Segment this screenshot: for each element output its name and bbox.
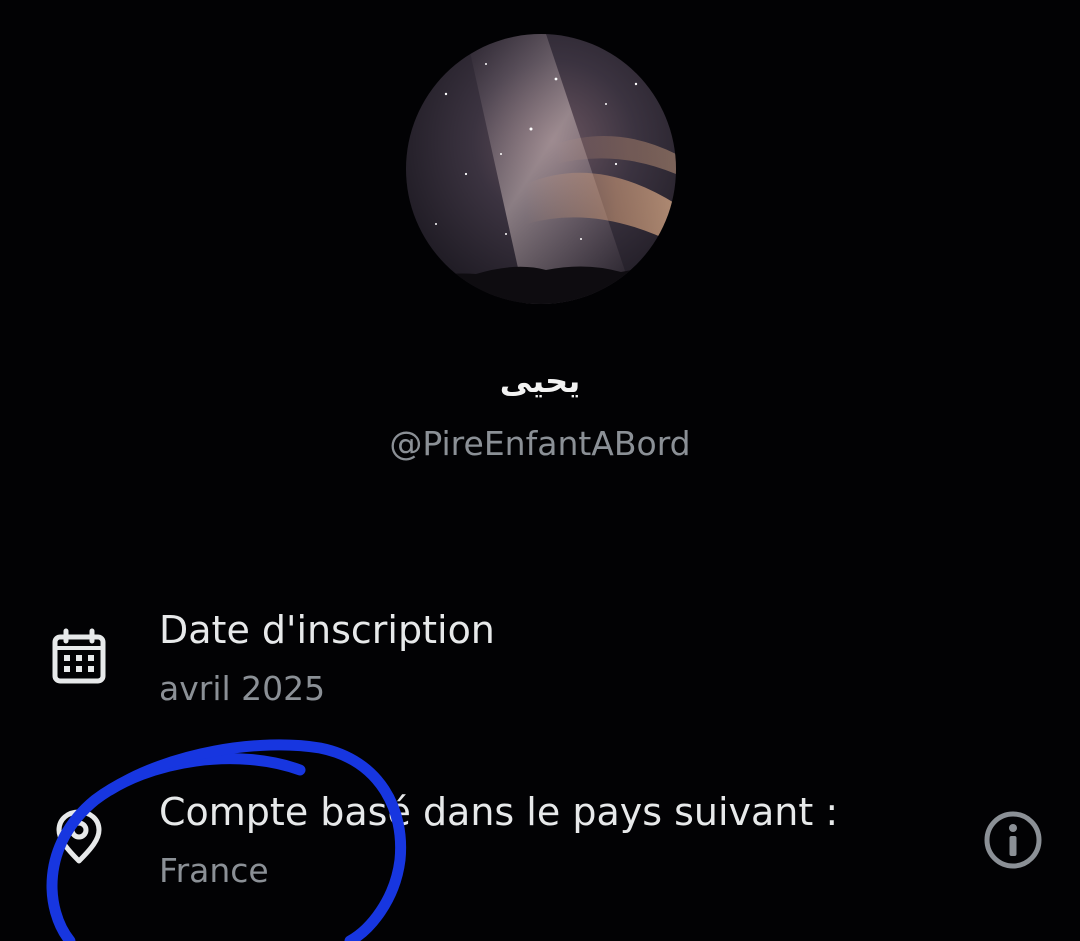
account-location-label: Compte basé dans le pays suivant :	[159, 790, 839, 834]
username-handle: @PireEnfantABord	[389, 424, 691, 463]
join-date-row: Date d'inscription avril 2025	[0, 600, 1080, 720]
join-date-label: Date d'inscription	[159, 608, 495, 652]
milky-way-photo	[406, 34, 676, 304]
account-location-row: Compte basé dans le pays suivant : Franc…	[0, 780, 1080, 900]
account-location-value: France	[159, 851, 269, 890]
join-date-value: avril 2025	[159, 669, 326, 708]
info-icon[interactable]	[982, 809, 1044, 871]
calendar-icon	[50, 628, 108, 686]
profile-avatar[interactable]	[406, 34, 676, 304]
display-name: يحيى	[499, 362, 581, 400]
location-pin-icon	[50, 808, 108, 866]
